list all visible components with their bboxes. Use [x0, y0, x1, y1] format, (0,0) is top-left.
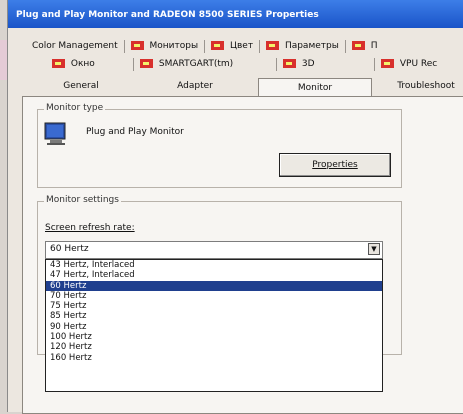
refresh-rate-option[interactable]: 90 Hertz: [46, 322, 382, 332]
ati-flag-icon: [283, 59, 296, 68]
tab-label: Мониторы: [149, 41, 199, 51]
tab-label: П: [370, 41, 378, 51]
tab-label: Цвет: [229, 41, 254, 51]
tab-3d[interactable]: 3D: [277, 58, 375, 71]
tab-row-1: Color Management Мониторы Цвет Параметры…: [26, 40, 384, 54]
tab-general[interactable]: General: [32, 81, 130, 91]
refresh-rate-option[interactable]: 60 Hertz: [46, 280, 382, 291]
tab-label: Окно: [70, 59, 95, 69]
ati-flag-icon: [351, 41, 365, 50]
monitor-icon: [44, 122, 66, 145]
refresh-rate-option[interactable]: 100 Hertz: [46, 332, 382, 342]
tab-window-ru[interactable]: Окно: [46, 58, 134, 71]
tab-label: Color Management: [32, 41, 118, 51]
tab-row-2: Окно SMARTGART(tm) 3D VPU Rec: [46, 58, 443, 72]
tab-color-management[interactable]: Color Management: [26, 40, 125, 53]
monitor-name: Plug and Play Monitor: [86, 127, 184, 137]
monitor-settings-legend: Monitor settings: [44, 195, 121, 205]
tab-vpu-recover[interactable]: VPU Rec: [375, 58, 443, 71]
tab-monitors-ru[interactable]: Мониторы: [125, 40, 206, 53]
tab-label: VPU Rec: [399, 59, 438, 69]
tab-row-3: General Adapter Monitor Troubleshoot: [22, 78, 463, 97]
tab-color-ru[interactable]: Цвет: [205, 40, 261, 53]
refresh-rate-list[interactable]: 43 Hertz, Interlaced 47 Hertz, Interlaced…: [45, 259, 383, 392]
tab-monitor[interactable]: Monitor: [258, 78, 372, 97]
title-bar[interactable]: Plug and Play Monitor and RADEON 8500 SE…: [8, 0, 463, 28]
tab-troubleshoot[interactable]: Troubleshoot: [382, 81, 463, 91]
refresh-rate-option[interactable]: 120 Hertz: [46, 342, 382, 352]
tab-adapter[interactable]: Adapter: [140, 81, 250, 91]
refresh-rate-option[interactable]: 47 Hertz, Interlaced: [46, 270, 382, 280]
tab-smartgart[interactable]: SMARTGART(tm): [134, 58, 277, 71]
tab-truncated[interactable]: П: [346, 40, 384, 53]
properties-button[interactable]: Properties: [279, 153, 391, 177]
refresh-rate-dropdown[interactable]: 60 Hertz ▼: [45, 241, 383, 259]
ati-flag-icon: [140, 59, 153, 68]
window-title: Plug and Play Monitor and RADEON 8500 SE…: [16, 10, 319, 20]
ati-flag-icon: [381, 59, 394, 68]
tab-label: Параметры: [284, 41, 339, 51]
tab-parameters-ru[interactable]: Параметры: [260, 40, 346, 53]
ati-flag-icon: [52, 59, 65, 68]
dropdown-arrow-icon[interactable]: ▼: [368, 243, 380, 255]
tab-label: SMARTGART(tm): [158, 59, 234, 69]
tab-label: 3D: [301, 59, 315, 69]
monitor-type-legend: Monitor type: [44, 103, 106, 113]
refresh-rate-option[interactable]: 43 Hertz, Interlaced: [46, 260, 382, 270]
refresh-rate-option[interactable]: 70 Hertz: [46, 291, 382, 301]
refresh-rate-option[interactable]: 160 Hertz: [46, 353, 382, 363]
properties-button-label: Properties: [312, 160, 358, 170]
ati-flag-icon: [266, 41, 280, 50]
refresh-rate-label: Screen refresh rate:: [45, 223, 135, 233]
refresh-rate-value: 60 Hertz: [50, 244, 89, 254]
refresh-rate-option[interactable]: 85 Hertz: [46, 311, 382, 321]
ati-flag-icon: [130, 41, 144, 50]
refresh-rate-option[interactable]: 75 Hertz: [46, 301, 382, 311]
ati-flag-icon: [211, 41, 225, 50]
